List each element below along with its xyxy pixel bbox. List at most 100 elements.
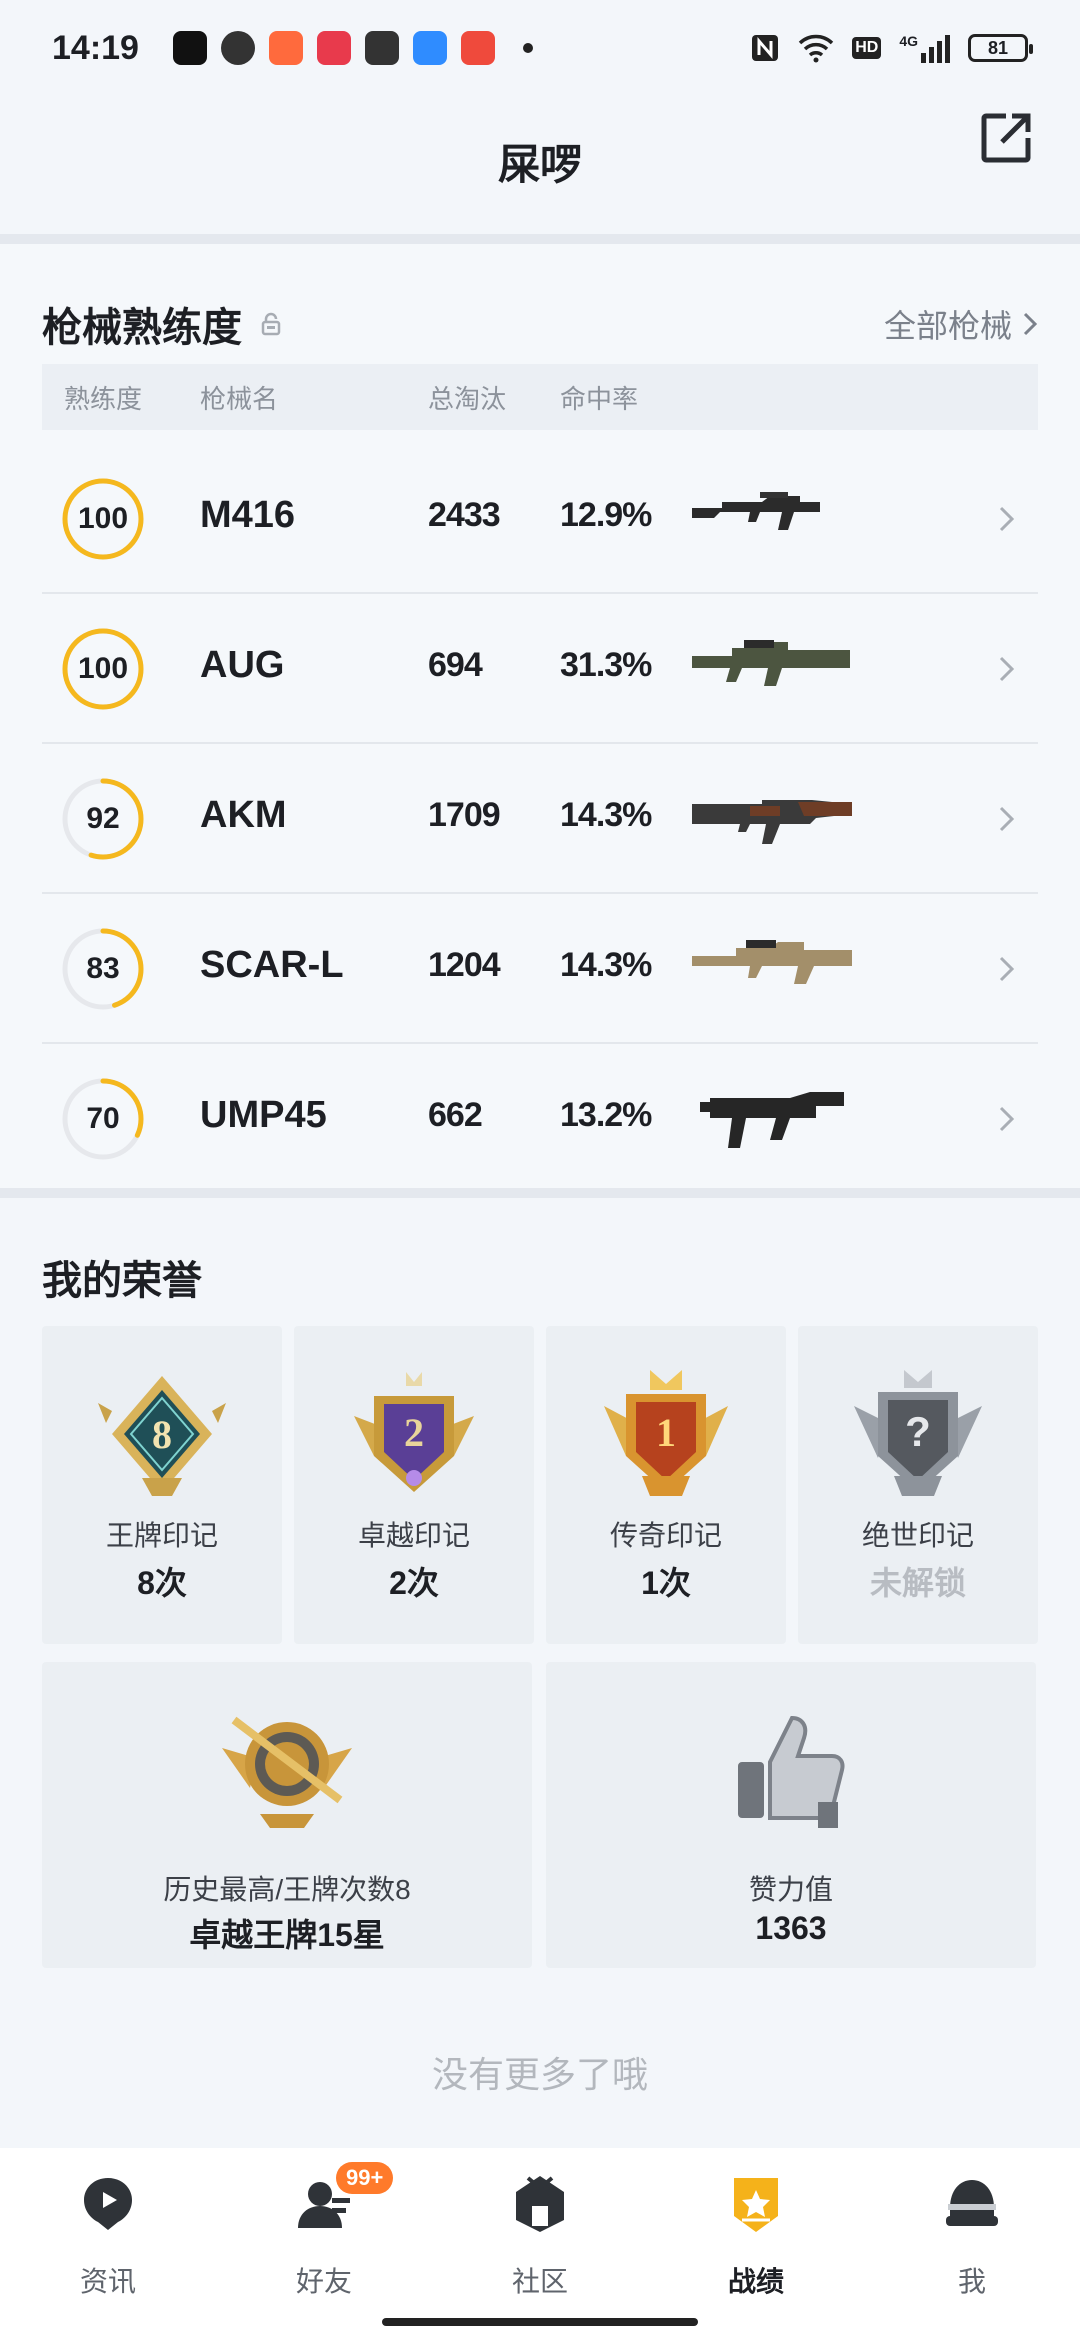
likes-card[interactable]: 赞力值 1363 xyxy=(546,1662,1036,1968)
alipay-icon xyxy=(364,31,399,65)
weapon-name: AUG xyxy=(200,644,285,686)
badge-label: 卓越印记 xyxy=(357,1520,470,1551)
status-bar: 14:19 HD 4G 81 xyxy=(0,0,1080,96)
ace-badge-icon: 8 xyxy=(98,1376,226,1496)
svg-text:8: 8 xyxy=(152,1412,172,1457)
mastery-value: 92 xyxy=(86,802,120,835)
badge-count: 8次 xyxy=(137,1565,187,1601)
weapon-kills: 662 xyxy=(428,1096,483,1134)
status-time: 14:19 xyxy=(52,28,139,67)
weapon-table-header: 熟练度 枪械名 总淘汰 命中率 xyxy=(42,364,1038,430)
end-of-list-text: 没有更多了哦 xyxy=(431,2054,648,2095)
likes-value: 1363 xyxy=(755,1910,827,1946)
signal-icon: 4G xyxy=(899,33,950,63)
nav-news[interactable]: 资讯 xyxy=(0,2170,216,2310)
news-icon xyxy=(84,2178,132,2230)
badge-label: 王牌印记 xyxy=(105,1520,218,1551)
weapon-hit-rate: 12.9% xyxy=(560,496,652,534)
weapon-name: AKM xyxy=(200,794,287,836)
mastery-value: 70 xyxy=(86,1102,120,1135)
akm-rifle-image xyxy=(692,800,852,844)
all-weapons-label: 全部枪械 xyxy=(883,308,1012,344)
video-icon xyxy=(460,31,495,65)
nav-label: 战绩 xyxy=(727,2266,784,2297)
chevron-right-icon xyxy=(999,506,1015,532)
excellence-badge-icon: 2 xyxy=(354,1372,474,1492)
weapon-kills: 694 xyxy=(428,646,483,684)
chevron-right-icon xyxy=(999,806,1015,832)
mail-icon xyxy=(268,31,303,65)
all-weapons-link[interactable]: 全部枪械 xyxy=(884,301,1038,347)
chevron-right-icon xyxy=(1023,312,1038,336)
locked-badge-icon: ? xyxy=(854,1370,982,1496)
badge-count: 未解锁 xyxy=(869,1565,966,1601)
community-icon xyxy=(516,2176,564,2232)
bottom-navigation: 资讯 99+ 好友 社区 战绩 我 xyxy=(0,2148,1080,2340)
nfc-icon xyxy=(752,35,779,61)
page-header: 屎啰 xyxy=(0,96,1080,226)
scar-rifle-image xyxy=(692,940,852,984)
section-divider xyxy=(0,234,1080,244)
aug-rifle-image xyxy=(692,640,850,686)
weapon-mastery-header: 枪械熟练度 全部枪械 xyxy=(42,294,1038,354)
nav-community[interactable]: 社区 xyxy=(432,2170,648,2310)
nav-label: 我 xyxy=(957,2266,986,2297)
nav-label: 好友 xyxy=(295,2266,352,2297)
honors-title: 我的荣誉 xyxy=(42,1259,202,1303)
section-divider xyxy=(0,1188,1080,1198)
weapon-kills: 2433 xyxy=(428,496,501,534)
highest-rank-card[interactable]: 历史最高/王牌次数8 卓越王牌15星 xyxy=(42,1662,532,1968)
weapon-row[interactable]: 100 AUG 694 31.3% xyxy=(42,594,1038,744)
weapon-kills: 1204 xyxy=(428,946,501,984)
unrivaled-badge-card[interactable]: ? 绝世印记 未解锁 xyxy=(798,1326,1038,1644)
music-icon xyxy=(316,31,351,65)
weapon-row[interactable]: 70 UMP45 662 13.2% xyxy=(42,1044,1038,1194)
weapon-name: SCAR-L xyxy=(200,944,344,986)
chevron-right-icon xyxy=(999,1106,1015,1132)
weapon-hit-rate: 13.2% xyxy=(560,1096,652,1134)
weapon-kills: 1709 xyxy=(428,796,501,834)
honors-section: 我的荣誉 8 王牌印记 8次 2 卓越印记 2次 1 传奇印记 1次 ? 绝世印… xyxy=(0,1198,1080,2148)
battery-icon: 81 xyxy=(968,34,1033,62)
hd-icon: HD xyxy=(852,37,882,59)
share-icon[interactable] xyxy=(976,108,1036,168)
weapon-hit-rate: 14.3% xyxy=(560,946,652,984)
lock-icon[interactable] xyxy=(258,311,284,337)
weapon-mastery-section: 枪械熟练度 全部枪械 熟练度 枪械名 总淘汰 命中率 100 M416 2433 12… xyxy=(0,244,1080,1194)
badge-count: 1次 xyxy=(641,1565,691,1601)
page-title: 屎啰 xyxy=(497,140,582,188)
likes-label: 赞力值 xyxy=(748,1874,833,1905)
wechat-icon xyxy=(220,31,255,65)
weapon-row[interactable]: 100 M416 2433 12.9% xyxy=(42,444,1038,594)
badge-count: 2次 xyxy=(389,1565,439,1601)
weapon-row[interactable]: 83 SCAR-L 1204 14.3% xyxy=(42,894,1038,1044)
nav-profile[interactable]: 我 xyxy=(864,2170,1080,2310)
weapon-row[interactable]: 92 AKM 1709 14.3% xyxy=(42,744,1038,894)
rank-emblem-icon xyxy=(222,1716,352,1828)
badge-label: 传奇印记 xyxy=(609,1520,722,1551)
legend-badge-icon: 1 xyxy=(604,1370,728,1496)
badge-label: 绝世印记 xyxy=(861,1520,974,1551)
column-kills: 总淘汰 xyxy=(428,383,507,414)
weapon-mastery-title: 枪械熟练度 xyxy=(42,306,242,350)
excellence-badge-card[interactable]: 2 卓越印记 2次 xyxy=(294,1326,534,1644)
record-icon xyxy=(734,2178,778,2232)
m416-rifle-image xyxy=(692,492,820,530)
weapon-name: M416 xyxy=(200,494,296,536)
svg-text:2: 2 xyxy=(404,1410,424,1455)
ace-badge-card[interactable]: 8 王牌印记 8次 xyxy=(42,1326,282,1644)
more-notifications-icon xyxy=(522,43,533,53)
nav-friends[interactable]: 99+ 好友 xyxy=(216,2162,432,2310)
weapon-name: UMP45 xyxy=(200,1094,327,1136)
legend-badge-card[interactable]: 1 传奇印记 1次 xyxy=(546,1326,786,1644)
friends-badge: 99+ xyxy=(336,2162,394,2194)
column-hit-rate: 命中率 xyxy=(560,383,639,414)
nav-label: 资讯 xyxy=(79,2266,136,2297)
home-indicator[interactable] xyxy=(382,2318,698,2326)
files-icon xyxy=(412,31,447,65)
wifi-icon xyxy=(798,34,834,63)
nav-record[interactable]: 战绩 xyxy=(648,2170,864,2310)
chevron-right-icon xyxy=(999,956,1015,982)
tiktok-icon xyxy=(172,31,207,65)
mastery-value: 83 xyxy=(86,952,120,985)
